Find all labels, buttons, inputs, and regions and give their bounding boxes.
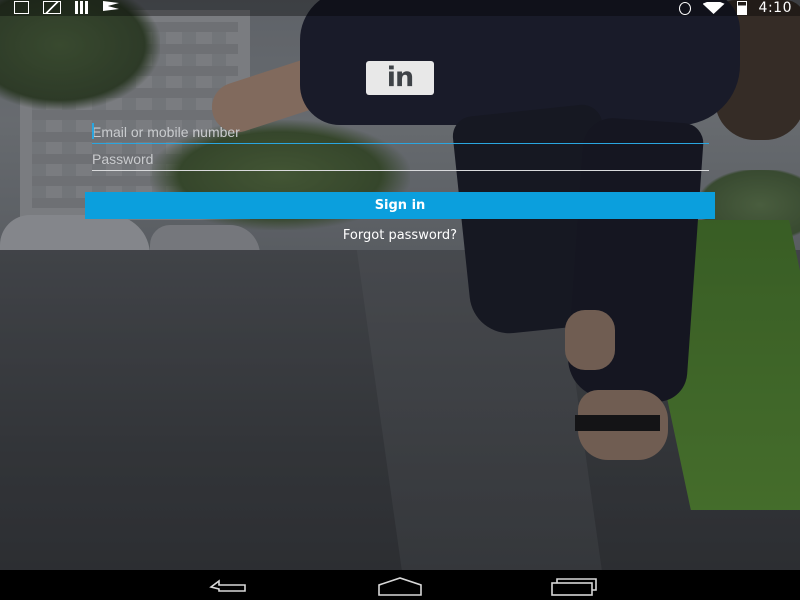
wifi-icon bbox=[702, 2, 725, 14]
bluetooth-icon bbox=[678, 1, 691, 15]
gallery-icon bbox=[43, 1, 61, 14]
text-caret bbox=[92, 123, 94, 139]
forgot-password-link[interactable]: Forgot password? bbox=[300, 228, 500, 246]
status-bar: 4:10 bbox=[0, 0, 800, 16]
recents-icon[interactable] bbox=[548, 575, 598, 597]
login-screen: 4:10 in Sign in Forgot password? bbox=[0, 0, 800, 600]
signal-bars-icon bbox=[75, 1, 89, 14]
email-input[interactable] bbox=[92, 121, 709, 144]
status-time: 4:10 bbox=[758, 0, 792, 16]
download-icon bbox=[14, 1, 29, 14]
sign-in-button[interactable]: Sign in bbox=[85, 192, 715, 219]
flag-icon bbox=[103, 1, 119, 11]
home-icon[interactable] bbox=[375, 575, 425, 597]
back-icon[interactable] bbox=[205, 575, 255, 597]
password-input[interactable] bbox=[92, 148, 709, 171]
battery-charging-icon bbox=[736, 1, 747, 15]
linkedin-logo: in bbox=[366, 61, 434, 95]
navigation-bar bbox=[0, 570, 800, 600]
